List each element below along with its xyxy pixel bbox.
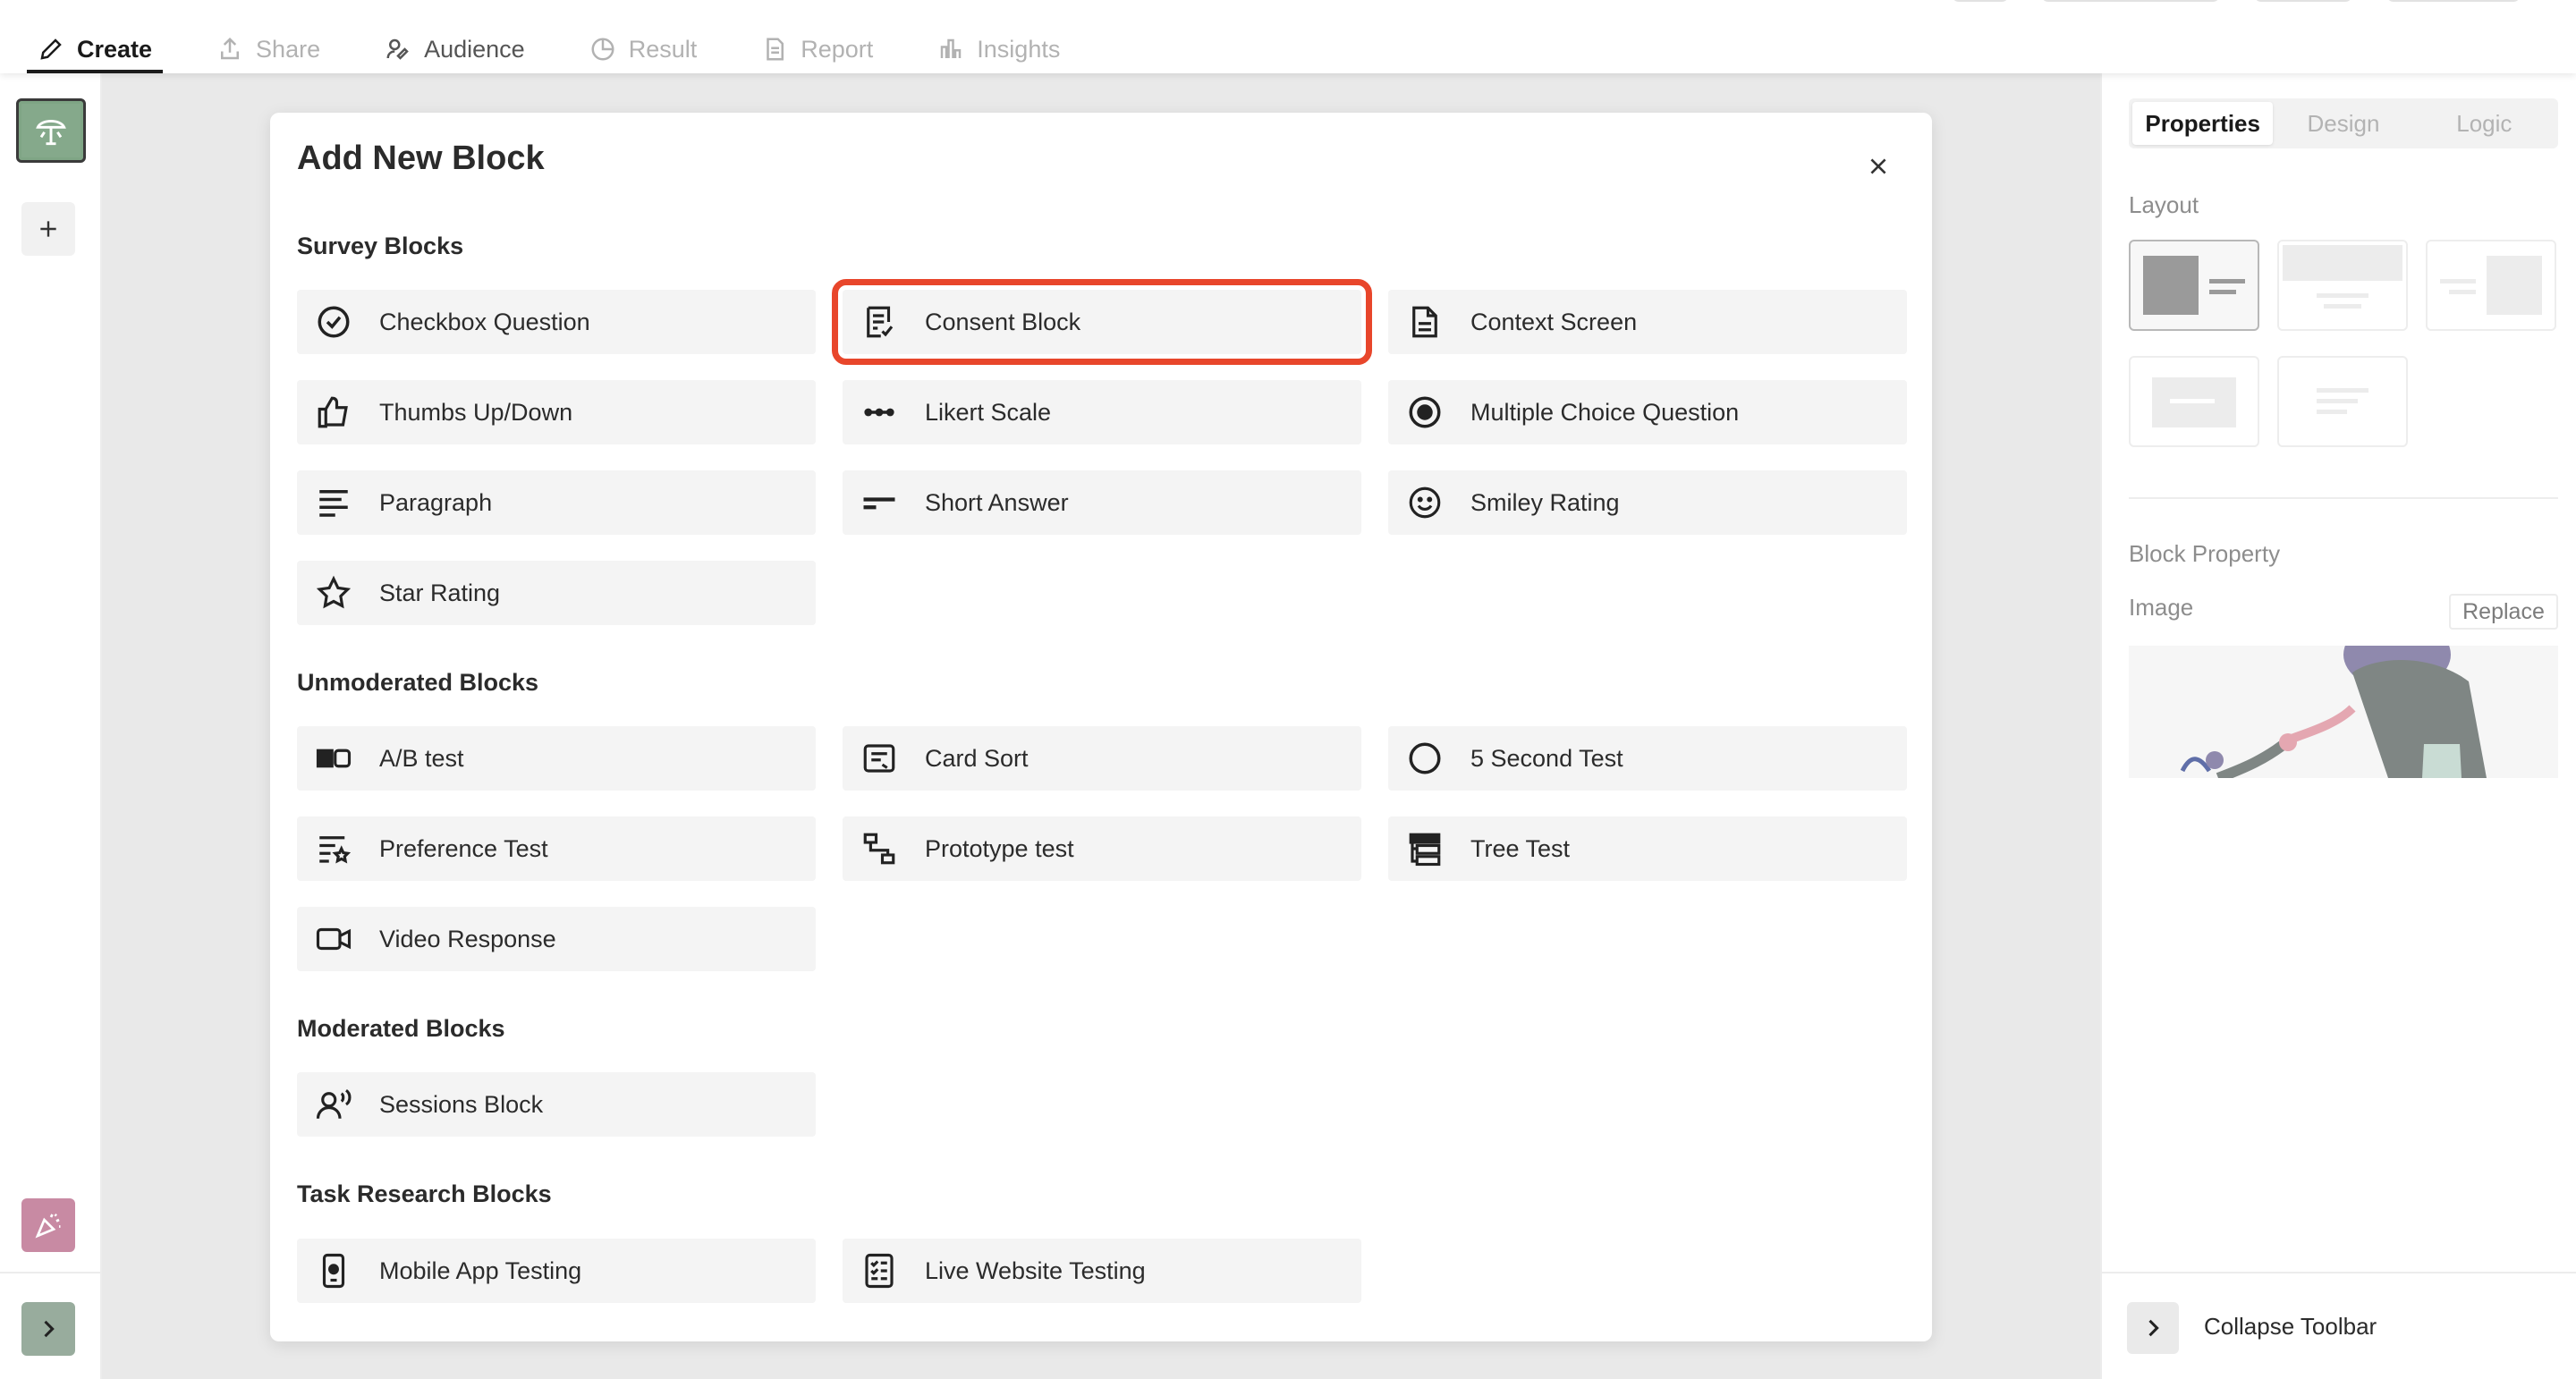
layout-option-image-top[interactable] xyxy=(2277,240,2408,331)
top-nav: Create Share Audience Result Report Insi… xyxy=(0,0,2576,73)
block-thumbs-up-down[interactable]: Thumbs Up/Down xyxy=(297,380,816,444)
block-mobile-app-testing[interactable]: Mobile App Testing xyxy=(297,1239,816,1303)
toolbar-button-stub[interactable] xyxy=(2041,0,2220,2)
result-icon xyxy=(591,38,614,61)
block-multiple-choice[interactable]: Multiple Choice Question xyxy=(1388,380,1907,444)
add-block-modal: Add New Block Survey Blocks Checkbox Que… xyxy=(270,113,1932,1341)
add-page-button[interactable] xyxy=(21,202,75,256)
section-title-unmoderated: Unmoderated Blocks xyxy=(297,669,539,696)
check-circle-icon xyxy=(315,303,352,341)
toolbar-button-stub[interactable] xyxy=(2386,0,2521,2)
block-consent[interactable]: Consent Block xyxy=(832,279,1372,365)
block-likert-scale[interactable]: Likert Scale xyxy=(843,380,1361,444)
block-star-rating[interactable]: Star Rating xyxy=(297,561,816,625)
collapse-toolbar-button[interactable] xyxy=(2127,1302,2179,1354)
panel-tabs: Properties Design Logic xyxy=(2129,98,2558,148)
block-short-answer[interactable]: Short Answer xyxy=(843,470,1361,535)
document-icon xyxy=(1406,303,1444,341)
image-label: Image xyxy=(2129,594,2194,621)
close-icon xyxy=(1870,158,1886,174)
ab-test-icon xyxy=(315,740,352,777)
audience-icon xyxy=(386,38,409,60)
chevron-right-icon xyxy=(2148,1319,2159,1337)
layout-label: Layout xyxy=(2129,191,2199,218)
chevron-right-icon xyxy=(44,1320,55,1338)
sidebar-divider xyxy=(0,1272,102,1273)
block-prototype-test[interactable]: Prototype test xyxy=(843,816,1361,881)
insights-icon xyxy=(941,38,962,58)
page-thumbnail[interactable] xyxy=(16,98,86,163)
tab-logic[interactable]: Logic xyxy=(2414,102,2555,145)
block-paragraph[interactable]: Paragraph xyxy=(297,470,816,535)
replace-image-button[interactable]: Replace xyxy=(2449,594,2558,630)
tab-design[interactable]: Design xyxy=(2273,102,2413,145)
star-icon xyxy=(315,574,352,612)
section-title-task-research: Task Research Blocks xyxy=(297,1180,552,1207)
block-video-response[interactable]: Video Response xyxy=(297,907,816,971)
collapse-toolbar-label[interactable]: Collapse Toolbar xyxy=(2204,1313,2377,1341)
prototype-icon xyxy=(860,830,898,867)
block-tree-test[interactable]: Tree Test xyxy=(1388,816,1907,881)
page-thumbnail-image xyxy=(21,104,80,157)
sessions-icon xyxy=(315,1086,352,1123)
modal-title: Add New Block xyxy=(297,140,545,177)
layout-option-image-right[interactable] xyxy=(2426,240,2556,331)
checklist-icon xyxy=(860,1252,898,1290)
likert-icon xyxy=(860,393,898,431)
mobile-icon xyxy=(315,1252,352,1290)
block-card-sort[interactable]: Card Sort xyxy=(843,726,1361,791)
smiley-icon xyxy=(1406,484,1444,521)
block-property-label: Block Property xyxy=(2129,540,2281,567)
party-popper-icon xyxy=(35,1214,61,1239)
card-sort-icon xyxy=(860,740,898,777)
tab-result[interactable]: Result xyxy=(579,25,708,73)
circle-icon xyxy=(1406,740,1444,777)
panel-bottom-divider xyxy=(2102,1272,2576,1273)
report-icon xyxy=(767,38,784,61)
close-button[interactable] xyxy=(1857,145,1900,188)
panel-divider xyxy=(2129,497,2558,499)
block-smiley-rating[interactable]: Smiley Rating xyxy=(1388,470,1907,535)
tab-report[interactable]: Report xyxy=(750,25,884,73)
block-ab-test[interactable]: A/B test xyxy=(297,726,816,791)
tab-share[interactable]: Share xyxy=(206,25,331,73)
paragraph-icon xyxy=(315,484,352,521)
short-answer-icon xyxy=(860,484,898,521)
section-title-survey: Survey Blocks xyxy=(297,233,464,259)
thumbs-up-icon xyxy=(315,393,352,431)
video-icon xyxy=(315,920,352,958)
tree-test-icon xyxy=(1406,830,1444,867)
tab-create[interactable]: Create xyxy=(27,25,164,73)
section-title-moderated: Moderated Blocks xyxy=(297,1015,505,1042)
layout-option-image-left[interactable] xyxy=(2129,240,2259,331)
layout-option-image-background[interactable] xyxy=(2129,356,2259,447)
toolbar-button-stub[interactable] xyxy=(2254,0,2352,2)
plus-icon xyxy=(40,221,56,237)
block-live-website-testing[interactable]: Live Website Testing xyxy=(843,1239,1361,1303)
tab-properties[interactable]: Properties xyxy=(2132,102,2274,145)
left-sidebar xyxy=(0,73,102,1379)
block-checkbox-question[interactable]: Checkbox Question xyxy=(297,290,816,354)
block-sessions[interactable]: Sessions Block xyxy=(297,1072,816,1137)
layout-option-text-only[interactable] xyxy=(2277,356,2408,447)
block-5-second-test[interactable]: 5 Second Test xyxy=(1388,726,1907,791)
tab-insights[interactable]: Insights xyxy=(927,25,1071,73)
expand-sidebar-button[interactable] xyxy=(21,1302,75,1356)
block-context-screen[interactable]: Context Screen xyxy=(1388,290,1907,354)
celebrate-button[interactable] xyxy=(21,1198,75,1252)
image-preview xyxy=(2129,646,2558,778)
properties-panel: Properties Design Logic Layout Block Pro… xyxy=(2100,73,2576,1379)
toolbar-button-stub[interactable] xyxy=(1952,0,2009,2)
share-icon xyxy=(221,37,240,60)
radio-icon xyxy=(1406,393,1444,431)
preference-icon xyxy=(315,830,352,867)
consent-icon xyxy=(860,303,898,341)
pencil-icon xyxy=(40,38,62,60)
tab-audience[interactable]: Audience xyxy=(374,25,536,73)
block-preference-test[interactable]: Preference Test xyxy=(297,816,816,881)
